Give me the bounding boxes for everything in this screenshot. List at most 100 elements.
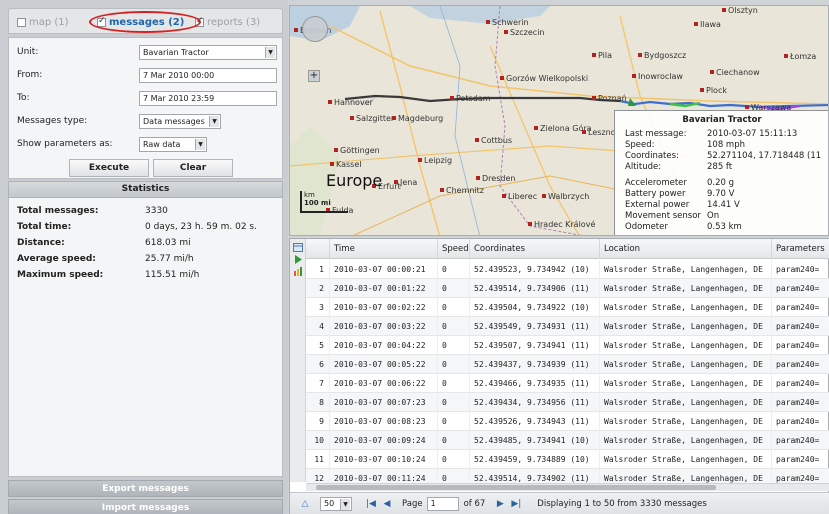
- cell-time: 2010-03-07 00:10:24: [330, 450, 438, 469]
- cell-location: Walsroder Straße, Langenhagen, DE: [600, 393, 772, 412]
- city-label: Gorzów Wielkopolski: [500, 74, 588, 83]
- table-row[interactable]: 8 2010-03-07 00:07:23 0 52.439434, 9.734956…: [306, 393, 829, 412]
- play-icon[interactable]: [293, 255, 303, 264]
- cell-location: Walsroder Straße, Langenhagen, DE: [600, 336, 772, 355]
- last-page-icon[interactable]: ▶|: [509, 497, 523, 511]
- cell-location: Walsroder Straße, Langenhagen, DE: [600, 355, 772, 374]
- cell-time: 2010-03-07 00:07:23: [330, 393, 438, 412]
- prev-page-icon[interactable]: ◀: [380, 497, 394, 511]
- pan-control[interactable]: [302, 16, 328, 42]
- cell-coordinates: 52.439549, 9.734931 (11): [470, 317, 600, 336]
- popup-title: Bavarian Tractor: [682, 115, 762, 125]
- tab-map[interactable]: map (1): [17, 15, 69, 29]
- cell-location: Walsroder Straße, Langenhagen, DE: [600, 450, 772, 469]
- city-label: Kassel: [330, 160, 362, 169]
- chevron-down-icon[interactable]: ▼: [195, 138, 205, 150]
- city-label: Leipzig: [418, 156, 452, 165]
- col-header-location[interactable]: Location: [600, 239, 772, 259]
- cell-coordinates: 52.439459, 9.734889 (10): [470, 450, 600, 469]
- export-messages-button[interactable]: Export messages: [8, 480, 283, 497]
- panel-tabs: map (1) messages (2) reports (3): [8, 8, 283, 34]
- zoom-in-button[interactable]: +: [308, 70, 320, 82]
- cell-index: 8: [306, 393, 330, 412]
- grid-toolbar: [290, 239, 306, 482]
- popup-key: External power: [625, 200, 690, 210]
- col-header-parameters[interactable]: Parameters: [772, 239, 829, 259]
- table-row[interactable]: 10 2010-03-07 00:09:24 0 52.439485, 9.73494…: [306, 431, 829, 450]
- col-header-speed[interactable]: Speed: [438, 239, 470, 259]
- cell-parameters: param240=: [772, 355, 829, 374]
- table-row[interactable]: 3 2010-03-07 00:02:22 0 52.439504, 9.734922…: [306, 298, 829, 317]
- cell-speed: 0: [438, 317, 470, 336]
- cell-coordinates: 52.439523, 9.734942 (10): [470, 260, 600, 279]
- from-row: From: 7 Mar 2010 00:00: [17, 67, 279, 83]
- cell-time: 2010-03-07 00:06:22: [330, 374, 438, 393]
- stat-row: Average speed: 25.77 mi/h: [17, 252, 194, 265]
- table-row[interactable]: 7 2010-03-07 00:06:22 0 52.439466, 9.734935…: [306, 374, 829, 393]
- chevron-down-icon[interactable]: ▼: [209, 115, 219, 127]
- table-row[interactable]: 9 2010-03-07 00:08:23 0 52.439526, 9.734943…: [306, 412, 829, 431]
- table-icon[interactable]: [293, 243, 303, 252]
- messages-type-select[interactable]: Data messages ▼: [139, 113, 221, 129]
- stat-key: Total time:: [17, 221, 72, 232]
- city-label: Schwerin: [486, 18, 529, 27]
- cell-coordinates: 52.439514, 9.734906 (11): [470, 279, 600, 298]
- tab-map-label: map (1): [29, 16, 69, 28]
- table-row[interactable]: 11 2010-03-07 00:10:24 0 52.439459, 9.73488…: [306, 450, 829, 469]
- tab-map-checkbox[interactable]: [17, 17, 26, 27]
- col-header-index[interactable]: [306, 239, 330, 259]
- messages-type-value: Data messages: [143, 116, 205, 126]
- next-page-icon[interactable]: ▶: [493, 497, 507, 511]
- show-params-select[interactable]: Raw data ▼: [139, 136, 207, 152]
- popup-row: Odometer 0.53 km: [625, 222, 742, 233]
- cell-index: 3: [306, 298, 330, 317]
- page-size-select[interactable]: 50 ▼: [320, 496, 352, 511]
- table-row[interactable]: 1 2010-03-07 00:00:21 0 52.439523, 9.734942…: [306, 260, 829, 279]
- table-row[interactable]: 4 2010-03-07 00:03:22 0 52.439549, 9.734931…: [306, 317, 829, 336]
- cell-coordinates: 52.439504, 9.734922 (10): [470, 298, 600, 317]
- city-label: Cottbus: [475, 136, 512, 145]
- import-messages-button[interactable]: Import messages: [8, 499, 283, 514]
- unit-select[interactable]: Bavarian Tractor ▼: [139, 44, 277, 60]
- page-count: of 67: [463, 498, 486, 509]
- chart-icon[interactable]: [293, 267, 303, 276]
- first-page-icon[interactable]: |◀: [364, 497, 378, 511]
- popup-value: 0.53 km: [707, 222, 742, 232]
- from-value: 7 Mar 2010 00:00: [143, 70, 215, 80]
- scrollbar-thumb[interactable]: [316, 485, 716, 490]
- table-row[interactable]: 5 2010-03-07 00:04:22 0 52.439507, 9.734941…: [306, 336, 829, 355]
- cell-index: 1: [306, 260, 330, 279]
- col-header-coordinates[interactable]: Coordinates: [470, 239, 600, 259]
- from-label: From:: [17, 70, 43, 80]
- to-input[interactable]: 7 Mar 2010 23:59: [139, 90, 277, 106]
- cell-index: 2: [306, 279, 330, 298]
- cell-index: 6: [306, 355, 330, 374]
- cell-parameters: param240=: [772, 431, 829, 450]
- popup-value: 285 ft: [707, 162, 733, 172]
- chevron-down-icon[interactable]: ▼: [340, 498, 350, 510]
- cell-speed: 0: [438, 393, 470, 412]
- stat-row: Maximum speed: 115.51 mi/h: [17, 268, 199, 281]
- horizontal-scrollbar[interactable]: [306, 483, 829, 491]
- cell-time: 2010-03-07 00:05:22: [330, 355, 438, 374]
- page-value: 1: [430, 499, 436, 508]
- popup-row: Movement sensor On: [625, 211, 719, 222]
- popup-key: Accelerometer: [625, 178, 687, 188]
- chevron-down-icon[interactable]: ▼: [265, 46, 275, 58]
- col-header-time[interactable]: Time: [330, 239, 438, 259]
- city-label: Pila: [592, 51, 612, 60]
- map-view[interactable]: Schwerin Bremen Szczecin Pila Bydgoszcz …: [289, 5, 829, 236]
- cell-parameters: param240=: [772, 412, 829, 431]
- popup-value: 2010-03-07 15:11:13: [707, 129, 798, 139]
- refresh-icon[interactable]: △: [298, 497, 312, 511]
- table-row[interactable]: 6 2010-03-07 00:05:22 0 52.439437, 9.734939…: [306, 355, 829, 374]
- cell-time: 2010-03-07 00:03:22: [330, 317, 438, 336]
- execute-button[interactable]: Execute: [69, 159, 149, 177]
- from-input[interactable]: 7 Mar 2010 00:00: [139, 67, 277, 83]
- clear-button[interactable]: Clear: [153, 159, 233, 177]
- page-input[interactable]: 1: [426, 496, 459, 511]
- cell-parameters: param240=: [772, 450, 829, 469]
- to-row: To: 7 Mar 2010 23:59: [17, 90, 279, 106]
- table-row[interactable]: 2 2010-03-07 00:01:22 0 52.439514, 9.734906…: [306, 279, 829, 298]
- tab-reports[interactable]: reports (3): [195, 15, 260, 29]
